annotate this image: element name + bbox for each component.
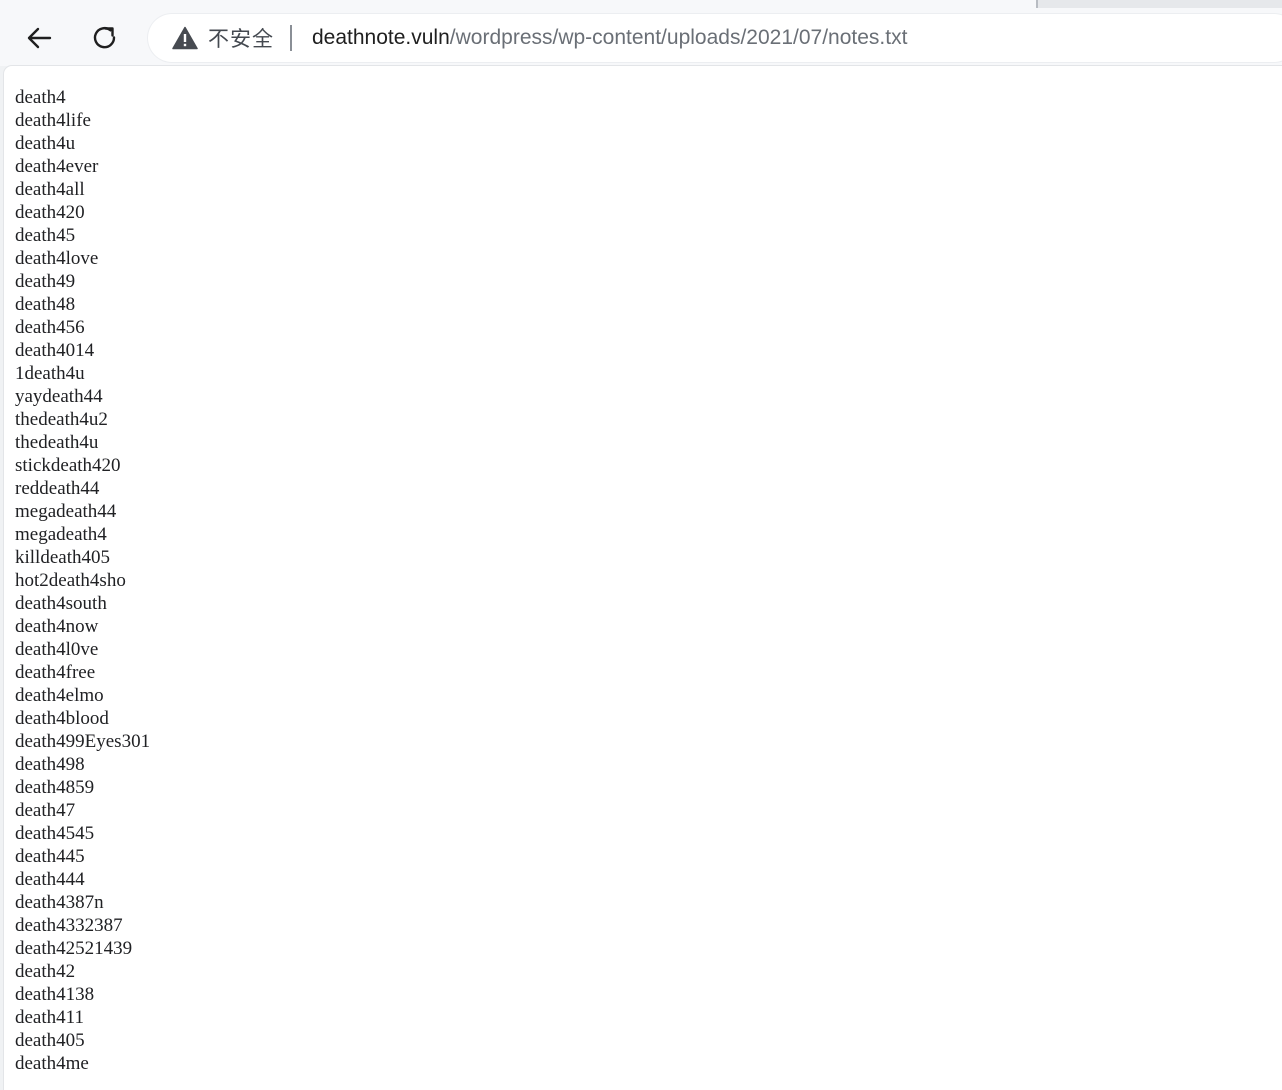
text-line: stickdeath420 (15, 455, 121, 476)
text-line: death420 (15, 202, 85, 223)
text-line: death4l0ve (15, 639, 99, 660)
text-line: death47 (15, 800, 76, 821)
text-line: reddeath44 (15, 478, 100, 499)
text-line: megadeath44 (15, 501, 117, 522)
text-line: death498 (15, 754, 85, 775)
text-line: thedeath4u (15, 432, 99, 453)
page-content: death4 death4life death4u death4ever death4a… (4, 66, 1282, 1090)
text-line: death4blood (15, 708, 109, 729)
reload-button[interactable] (83, 16, 127, 60)
url-text[interactable]: deathnote.vuln/wordpress/wp-content/uplo… (312, 26, 907, 50)
text-line: death48 (15, 294, 76, 315)
reload-icon (91, 24, 119, 52)
text-line: death4life (15, 110, 91, 131)
toolbar: 不安全 deathnote.vuln/wordpress/wp-content/… (0, 8, 1282, 66)
text-line: death445 (15, 846, 85, 867)
plain-text-document: death4 death4life death4u death4ever death4a… (4, 66, 1282, 1075)
text-line: megadeath4 (15, 524, 107, 545)
text-line: killdeath405 (15, 547, 110, 568)
text-line: death4south (15, 593, 107, 614)
text-line: death49 (15, 271, 76, 292)
text-line: death4u (15, 133, 76, 154)
url-host: deathnote.vuln (312, 26, 450, 49)
browser-window: 不安全 deathnote.vuln/wordpress/wp-content/… (0, 0, 1282, 1090)
text-line: death4free (15, 662, 96, 683)
text-line: death4332387 (15, 915, 123, 936)
arrow-left-icon (25, 24, 53, 52)
url-path: /wordpress/wp-content/uploads/2021/07/no… (449, 26, 908, 49)
text-line: death42521439 (15, 938, 133, 959)
text-line: death4now (15, 616, 99, 637)
text-line: death444 (15, 869, 85, 890)
text-line: death456 (15, 317, 85, 338)
text-line: death45 (15, 225, 76, 246)
address-divider (290, 25, 292, 51)
text-line: death4love (15, 248, 99, 269)
text-line: death4545 (15, 823, 95, 844)
text-line: death4elmo (15, 685, 104, 706)
security-label: 不安全 (208, 27, 274, 51)
text-line: death4859 (15, 777, 95, 798)
text-line: death499Eyes301 (15, 731, 151, 752)
security-indicator[interactable]: 不安全 (148, 14, 274, 62)
text-line: hot2death4sho (15, 570, 126, 591)
text-line: death4all (15, 179, 85, 200)
address-bar[interactable]: 不安全 deathnote.vuln/wordpress/wp-content/… (148, 14, 1282, 62)
text-line: 1death4u (15, 363, 85, 384)
text-line: death42 (15, 961, 76, 982)
text-line: death4ever (15, 156, 99, 177)
text-line: death4014 (15, 340, 95, 361)
text-line: death411 (15, 1007, 84, 1028)
warning-triangle-icon (172, 26, 198, 50)
text-line: yaydeath44 (15, 386, 103, 407)
text-line: death4387n (15, 892, 104, 913)
text-line: thedeath4u2 (15, 409, 108, 430)
back-button[interactable] (17, 16, 61, 60)
text-line: death4 (15, 87, 66, 108)
text-line: death405 (15, 1030, 85, 1051)
text-line: death4me (15, 1053, 89, 1074)
text-line: death4138 (15, 984, 95, 1005)
